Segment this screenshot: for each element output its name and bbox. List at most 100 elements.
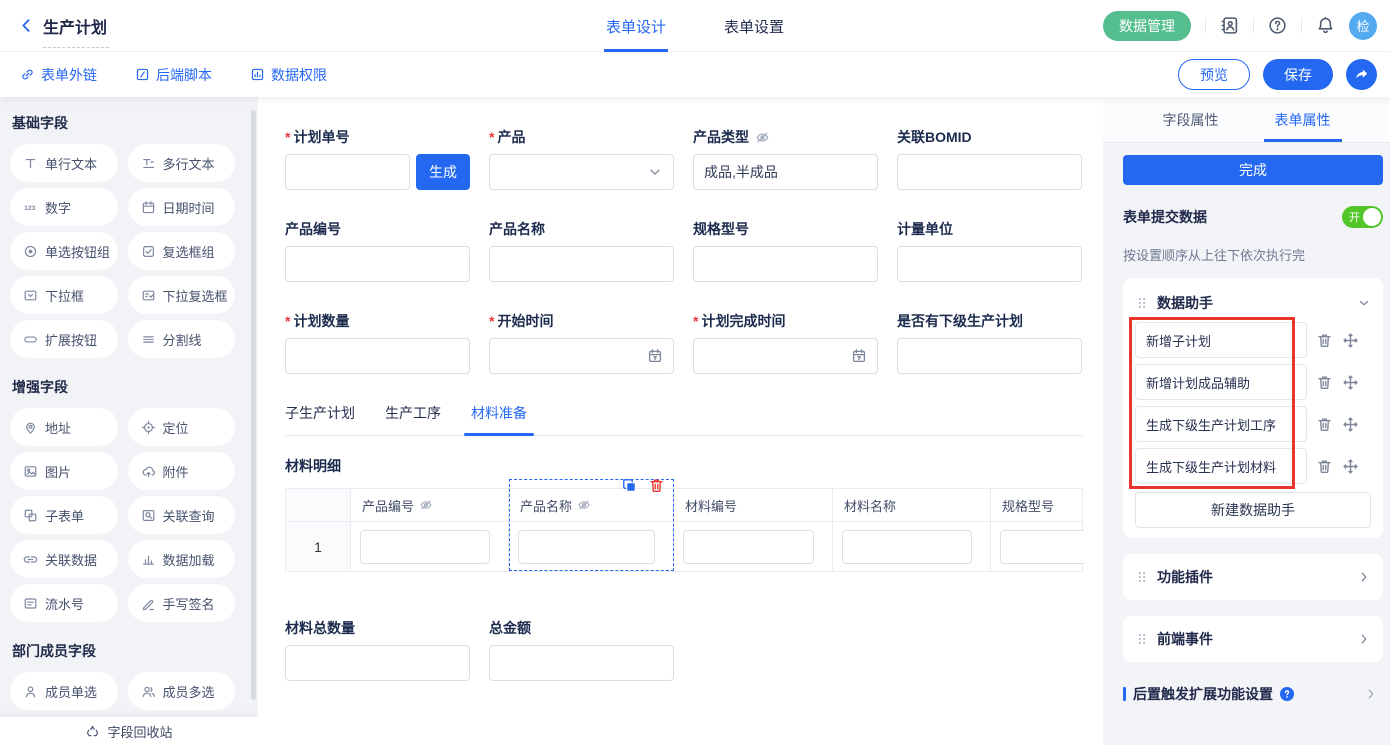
sidebar-field-pill[interactable]: 分割线 — [128, 320, 236, 358]
sidebar-field-pill[interactable]: 子表单 — [10, 496, 118, 534]
sidebar-field-pill[interactable]: 关联数据 — [10, 540, 118, 578]
sidebar-scrollbar[interactable] — [251, 110, 256, 700]
single-line-text-icon — [23, 156, 38, 171]
sidebar-field-pill[interactable]: 日期时间 — [128, 188, 236, 226]
delete-column-icon[interactable] — [648, 477, 665, 494]
delete-assistant-icon[interactable] — [1316, 458, 1333, 475]
eye-off-icon — [419, 498, 433, 512]
关联BOMID-input[interactable] — [897, 154, 1082, 190]
help-icon[interactable] — [1268, 16, 1287, 35]
规格型号-cell-input[interactable] — [1000, 530, 1084, 564]
计划单号-input[interactable] — [285, 154, 410, 190]
post-trigger-settings[interactable]: 后置触发扩展功能设置 — [1123, 684, 1383, 704]
subtable-column-header[interactable]: 材料名称 — [833, 489, 991, 521]
规格型号-input[interactable] — [693, 246, 878, 282]
canvas-tab[interactable]: 子生产计划 — [285, 403, 355, 435]
subtable-column-header[interactable]: 材料编号 — [674, 489, 833, 521]
sidebar-field-pill[interactable]: 单选按钮组 — [10, 232, 118, 270]
toolbar-link[interactable]: 表单外链 — [20, 65, 97, 85]
move-assistant-icon[interactable] — [1342, 416, 1359, 433]
assistant-item-box[interactable]: 生成下级生产计划工序 — [1135, 406, 1307, 442]
sidebar-field-pill[interactable]: 手写签名 — [128, 584, 236, 622]
data-assistant-header[interactable]: 数据助手 — [1135, 288, 1371, 318]
preview-button[interactable]: 预览 — [1178, 59, 1250, 90]
产品类型-input[interactable]: 成品,半成品 — [693, 154, 878, 190]
panel-tab[interactable]: 表单属性 — [1275, 97, 1331, 142]
产品编号-cell-input[interactable] — [360, 530, 490, 564]
sidebar-field-pill[interactable]: 流水号 — [10, 584, 118, 622]
总金额-input[interactable] — [489, 645, 674, 681]
sidebar-field-pill[interactable]: 附件 — [128, 452, 236, 490]
材料编号-cell-input[interactable] — [683, 530, 814, 564]
field-label: *总金额 — [489, 618, 674, 638]
generate-button[interactable]: 生成 — [416, 154, 470, 190]
sidebar-field-pill[interactable]: 成员多选 — [128, 672, 236, 710]
new-assistant-button[interactable]: 新建数据助手 — [1135, 492, 1371, 528]
drag-dots-icon — [1135, 632, 1149, 646]
field-recycle-bin[interactable]: 字段回收站 — [0, 717, 258, 745]
sidebar-field-pill[interactable]: 123数字 — [10, 188, 118, 226]
back-button[interactable] — [18, 17, 35, 34]
sidebar-field-pill[interactable]: 数据加载 — [128, 540, 236, 578]
canvas-tab[interactable]: 材料准备 — [471, 403, 527, 435]
sidebar-field-pill[interactable]: 地址 — [10, 408, 118, 446]
delete-assistant-icon[interactable] — [1316, 374, 1333, 391]
delete-assistant-icon[interactable] — [1316, 416, 1333, 433]
form-field: *关联BOMID — [897, 127, 1082, 190]
share-button[interactable] — [1346, 59, 1377, 90]
panel-tab[interactable]: 字段属性 — [1163, 97, 1219, 142]
材料总数量-input[interactable] — [285, 645, 470, 681]
sidebar-field-pill[interactable]: 关联查询 — [128, 496, 236, 534]
panel-section[interactable]: 功能插件 — [1123, 554, 1383, 600]
header-tab[interactable]: 表单设计 — [606, 0, 666, 52]
canvas-tab[interactable]: 生产工序 — [385, 403, 441, 435]
sidebar-field-pill[interactable]: 图片 — [10, 452, 118, 490]
材料名称-cell-input[interactable] — [842, 530, 972, 564]
sidebar-field-pill[interactable]: 多行文本 — [128, 144, 236, 182]
copy-column-icon[interactable] — [621, 477, 638, 494]
sidebar-field-pill[interactable]: 复选框组 — [128, 232, 236, 270]
move-assistant-icon[interactable] — [1342, 458, 1359, 475]
sidebar-field-pill[interactable]: 扩展按钮 — [10, 320, 118, 358]
计量单位-input[interactable] — [897, 246, 1082, 282]
move-assistant-icon[interactable] — [1342, 374, 1359, 391]
assistant-item-box[interactable]: 新增子计划 — [1135, 322, 1307, 358]
multi-line-text-icon — [141, 156, 156, 171]
subtable-column-header[interactable]: 产品编号 — [351, 489, 509, 521]
assistant-item-box[interactable]: 生成下级生产计划材料 — [1135, 448, 1307, 484]
attachment-icon — [141, 464, 156, 479]
产品名称-cell-input[interactable] — [518, 530, 655, 564]
save-button[interactable]: 保存 — [1263, 59, 1333, 90]
产品编号-input[interactable] — [285, 246, 470, 282]
toolbar-link[interactable]: 数据权限 — [250, 65, 327, 85]
是否有下级生产计划-input[interactable] — [897, 338, 1082, 374]
address-book-icon[interactable] — [1220, 16, 1239, 35]
data-manage-button[interactable]: 数据管理 — [1103, 11, 1191, 41]
header-tab[interactable]: 表单设置 — [724, 0, 784, 52]
subtable-cell — [674, 522, 833, 571]
开始时间-input[interactable] — [489, 338, 674, 374]
sidebar-field-pill[interactable]: 成员单选 — [10, 672, 118, 710]
done-button[interactable]: 完成 — [1123, 155, 1383, 185]
sidebar-field-pill[interactable]: 下拉框 — [10, 276, 118, 314]
sidebar-field-pill[interactable]: 单行文本 — [10, 144, 118, 182]
subtable-column-header[interactable]: 规格型号 — [991, 489, 1084, 521]
产品名称-input[interactable] — [489, 246, 674, 282]
move-assistant-icon[interactable] — [1342, 332, 1359, 349]
help-filled-icon[interactable] — [1279, 686, 1295, 702]
产品-input[interactable] — [489, 154, 674, 190]
计划完成时间-input[interactable] — [693, 338, 878, 374]
panel-section[interactable]: 前端事件 — [1123, 616, 1383, 662]
submit-data-toggle[interactable]: 开 — [1342, 206, 1383, 228]
divider-icon — [141, 332, 156, 347]
sidebar-field-pill[interactable]: 下拉复选框 — [128, 276, 236, 314]
sidebar-field-pill[interactable]: 定位 — [128, 408, 236, 446]
avatar[interactable]: 检 — [1349, 12, 1377, 40]
计划数量-input[interactable] — [285, 338, 470, 374]
data-assistant-card: 数据助手 新增子计划新增计划成品辅助生成下级生产计划工序生成下级生产计划材料 新… — [1123, 278, 1383, 538]
delete-assistant-icon[interactable] — [1316, 332, 1333, 349]
link-icon — [20, 67, 35, 82]
assistant-item-box[interactable]: 新增计划成品辅助 — [1135, 364, 1307, 400]
bell-icon[interactable] — [1316, 16, 1335, 35]
toolbar-link[interactable]: 后端脚本 — [135, 65, 212, 85]
